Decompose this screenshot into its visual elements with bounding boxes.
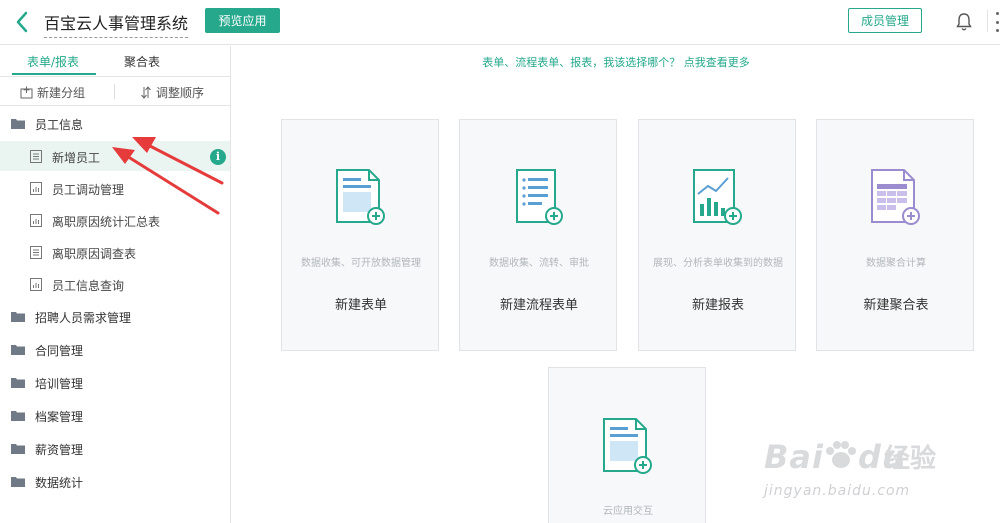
card-title: 新建聚合表	[863, 298, 929, 313]
new-report-icon	[693, 169, 742, 225]
group-salary-management[interactable]: 薪资管理	[0, 435, 231, 461]
card-description: 云应用交互	[603, 506, 653, 517]
active-tab-indicator	[12, 73, 96, 75]
sidebar-tabs: 表单/报表 聚合表	[0, 46, 231, 77]
folder-icon	[11, 477, 25, 487]
group-label: 培训管理	[35, 377, 84, 391]
group-contract-management[interactable]: 合同管理	[0, 336, 231, 362]
reorder-button[interactable]: 调整顺序	[140, 84, 204, 101]
app-root: 百宝云人事管理系统 预览应用 成员管理 表单/报表 聚合表 新建分组 调整顺序 …	[0, 0, 1000, 523]
folder-icon	[11, 119, 25, 129]
header-divider	[987, 10, 988, 32]
group-data-statistics[interactable]: 数据统计	[0, 468, 231, 494]
group-label: 合同管理	[35, 344, 84, 358]
group-employee-info[interactable]: 员工信息	[0, 110, 231, 136]
sidebar-item-label: 新增员工	[52, 151, 101, 165]
folder-icon	[11, 345, 25, 355]
cloud-app-interaction-card[interactable]: 云应用交互	[548, 367, 706, 523]
card-title: 新建流程表单	[499, 298, 578, 313]
sidebar-item-resignation-survey[interactable]: 离职原因调查表	[0, 237, 230, 267]
tab-aggregate-tables[interactable]: 聚合表	[124, 53, 160, 70]
more-menu-icon[interactable]	[995, 12, 999, 32]
group-label: 数据统计	[35, 476, 84, 490]
new-aggregate-table-icon	[871, 169, 920, 225]
new-group-button[interactable]: 新建分组	[20, 84, 85, 101]
tab-forms-reports[interactable]: 表单/报表	[27, 53, 79, 70]
new-form-card[interactable]: 数据收集、可开放数据管理 新建表单	[281, 119, 439, 351]
group-archive-management[interactable]: 档案管理	[0, 402, 231, 428]
group-label: 薪资管理	[35, 443, 84, 457]
report-icon	[30, 182, 42, 195]
cloud-app-interaction-icon	[603, 418, 652, 474]
group-label: 招聘人员需求管理	[35, 311, 132, 325]
top-header: 百宝云人事管理系统 预览应用 成员管理	[0, 0, 1000, 45]
sidebar: 表单/报表 聚合表 新建分组 调整顺序 员工信息 新增员工 i 员工调动管理 离…	[0, 46, 231, 523]
add-group-icon	[20, 86, 33, 99]
new-aggregate-table-card[interactable]: 数据聚合计算 新建聚合表	[816, 119, 974, 351]
member-management-button[interactable]: 成员管理	[848, 8, 922, 33]
sidebar-item-employee-transfer[interactable]: 员工调动管理	[0, 173, 230, 203]
card-description: 数据聚合计算	[866, 258, 926, 269]
bell-icon	[956, 13, 972, 31]
group-label: 档案管理	[35, 410, 84, 424]
sidebar-item-employee-query[interactable]: 员工信息查询	[0, 269, 230, 299]
toolbar-separator	[114, 84, 115, 99]
new-report-card[interactable]: 展现、分析表单收集到的数据 新建报表	[638, 119, 796, 351]
folder-icon	[11, 312, 25, 322]
sidebar-item-resignation-summary[interactable]: 离职原因统计汇总表	[0, 205, 230, 235]
card-title: 新建表单	[334, 298, 387, 313]
app-title[interactable]: 百宝云人事管理系统	[44, 10, 189, 38]
form-icon	[30, 150, 42, 163]
folder-icon	[11, 444, 25, 454]
sidebar-item-label: 离职原因调查表	[52, 247, 137, 261]
reorder-label: 调整顺序	[156, 86, 205, 100]
sidebar-toolbar: 新建分组 调整顺序	[0, 77, 231, 106]
preview-app-button[interactable]: 预览应用	[205, 8, 280, 33]
new-group-label: 新建分组	[37, 86, 86, 100]
sidebar-item-label: 离职原因统计汇总表	[52, 215, 161, 229]
group-training-management[interactable]: 培训管理	[0, 369, 231, 395]
sidebar-item-new-employee[interactable]: 新增员工 i	[0, 141, 230, 171]
sidebar-item-label: 员工调动管理	[52, 183, 125, 197]
folder-icon	[11, 378, 25, 388]
card-description: 展现、分析表单收集到的数据	[653, 258, 783, 269]
new-form-icon	[336, 169, 385, 225]
main-panel: 表单、流程表单、报表，我该选择哪个？ 点我查看更多 数据收集、可开放数据管理 新…	[232, 46, 1000, 523]
report-icon	[30, 214, 42, 227]
group-recruitment-needs[interactable]: 招聘人员需求管理	[0, 303, 231, 329]
notification-button[interactable]	[953, 9, 975, 35]
card-description: 数据收集、流转、审批	[489, 258, 589, 269]
card-title: 新建报表	[691, 298, 744, 313]
group-label: 员工信息	[35, 118, 84, 132]
chevron-left-icon	[16, 11, 28, 33]
help-link[interactable]: 表单、流程表单、报表，我该选择哪个？ 点我查看更多	[232, 54, 1000, 70]
form-icon	[30, 246, 42, 259]
sidebar-item-label: 员工信息查询	[52, 279, 125, 293]
report-icon	[30, 278, 42, 291]
new-workflow-form-icon	[516, 169, 563, 225]
sort-icon	[141, 86, 151, 99]
back-button[interactable]	[12, 9, 32, 35]
info-icon[interactable]: i	[210, 149, 226, 165]
folder-icon	[11, 411, 25, 421]
card-description: 数据收集、可开放数据管理	[301, 258, 421, 269]
new-workflow-form-card[interactable]: 数据收集、流转、审批 新建流程表单	[459, 119, 617, 351]
